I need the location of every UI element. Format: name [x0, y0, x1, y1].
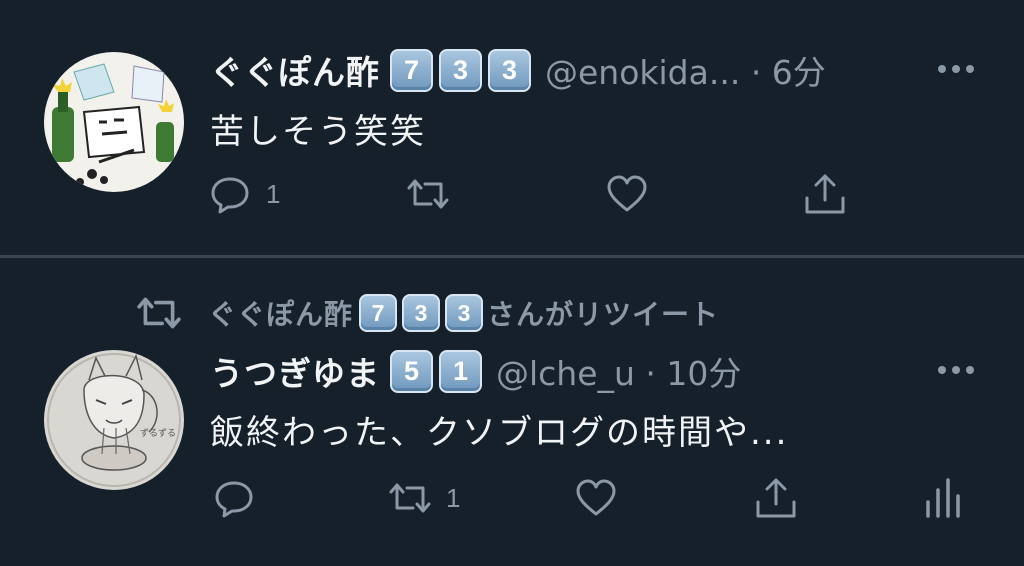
handle-and-time[interactable]: @enokida... · 6分 [545, 46, 826, 94]
retweeted-suffix: さんがリツイート [487, 298, 720, 331]
retweet-button[interactable]: 1 [388, 476, 460, 520]
retweeted-by[interactable]: ぐぐぽん酢 7 3 3 さんがリツイート [136, 290, 719, 336]
tweet-text: 苦しそう笑笑 [210, 112, 426, 152]
number-badges: 5 1 [390, 349, 482, 393]
keycap-badge: 7 [390, 48, 433, 92]
share-button[interactable] [754, 476, 798, 520]
tweet-actions: 1 [0, 476, 1024, 526]
reply-button[interactable]: 1 [208, 172, 280, 216]
reply-icon [215, 481, 253, 518]
avatar[interactable]: ずるずる [44, 350, 184, 490]
like-button[interactable] [605, 172, 649, 216]
keycap-badge: 3 [445, 294, 484, 332]
analytics-icon [926, 478, 960, 518]
more-options-icon[interactable] [938, 65, 974, 73]
retweet-icon [137, 297, 181, 329]
keycap-badge: 3 [439, 48, 482, 92]
keycap-badge: 3 [402, 294, 441, 332]
handle-and-time[interactable]: @lche_u · 10分 [496, 347, 741, 395]
retweet-count: 1 [446, 482, 461, 513]
reply-count: 1 [266, 178, 281, 209]
number-badges: 7 3 3 [390, 48, 531, 92]
retweeter-name: ぐぐぽん酢 [208, 298, 354, 331]
avatar[interactable] [44, 52, 184, 192]
keycap-badge: 7 [359, 294, 398, 332]
tweet-header: うつぎゆま 5 1 @lche_u · 10分 [210, 347, 741, 395]
tweet-header: ぐぐぽん酢 7 3 3 @enokida... · 6分 [210, 46, 826, 94]
author-name[interactable]: うつぎゆま [210, 347, 380, 395]
retweet-icon [389, 483, 431, 513]
share-icon [805, 174, 845, 214]
svg-text:ずるずる: ずるずる [140, 428, 176, 439]
tweet-2[interactable]: ぐぐぽん酢 7 3 3 さんがリツイート ずるずる うつぎゆま 5 1 @lch… [0, 258, 1024, 566]
retweet-button[interactable] [406, 172, 464, 216]
tweet-actions: 1 [0, 172, 1024, 222]
keycap-badge: 5 [390, 349, 433, 393]
more-options-icon[interactable] [938, 366, 974, 374]
share-button[interactable] [803, 172, 847, 216]
tweet-1[interactable]: ぐぐぽん酢 7 3 3 @enokida... · 6分 苦しそう笑笑 1 [0, 0, 1024, 256]
keycap-badge: 1 [439, 349, 482, 393]
retweeter-badges: 7 3 3 [359, 294, 484, 332]
heart-icon [607, 175, 647, 212]
tweet-text: 飯終わった、クソブログの時間や... [210, 413, 789, 453]
like-button[interactable] [574, 476, 618, 520]
author-name[interactable]: ぐぐぽん酢 [210, 46, 380, 94]
heart-icon [576, 479, 616, 516]
reply-button[interactable] [212, 476, 270, 520]
keycap-badge: 3 [488, 48, 531, 92]
share-icon [756, 478, 796, 518]
retweet-icon [407, 179, 449, 209]
reply-icon [211, 177, 249, 214]
analytics-button[interactable] [920, 476, 964, 520]
